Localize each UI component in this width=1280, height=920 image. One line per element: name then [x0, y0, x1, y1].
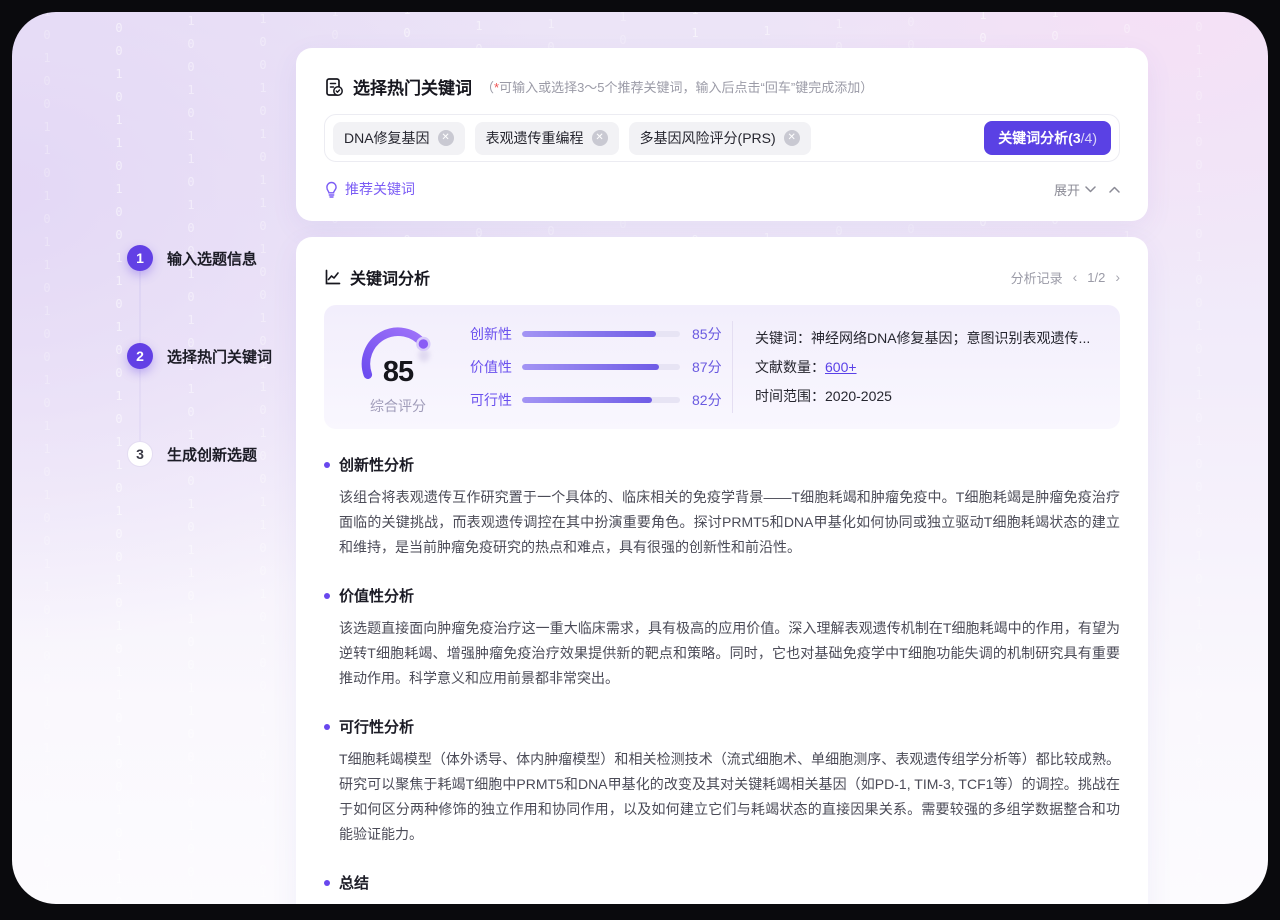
step-1-label: 输入选题信息	[167, 248, 257, 269]
section-body: T细胞耗竭模型（体外诱导、体内肿瘤模型）和相关检测技术（流式细胞术、单细胞测序、…	[339, 747, 1120, 847]
feasibility-score: 82分	[692, 390, 722, 410]
doc-count-link[interactable]: 600+	[825, 359, 857, 375]
meta-keywords: 关键词：神经网络DNA修复基因；意图识别表观遗传...	[755, 328, 1120, 348]
meta-time-range: 时间范围：2020-2025	[755, 386, 1120, 406]
bullet-dot	[324, 724, 330, 730]
collapse-panel-icon[interactable]	[1109, 186, 1120, 193]
section-title: 创新性分析	[339, 454, 414, 475]
step-3-label: 生成创新选题	[167, 444, 257, 465]
remove-tag-icon[interactable]: ✕	[784, 130, 800, 146]
lightbulb-icon	[324, 181, 339, 198]
section-title: 价值性分析	[339, 585, 414, 606]
step-item-3: 3 生成创新选题	[127, 441, 272, 467]
section-summary: 总结 该关键词组合代表了一个具有重要科学意义和潜在临床价值的研究方向，创新性较高…	[324, 872, 1120, 904]
step-item-2: 2 选择热门关键词	[127, 343, 272, 369]
pager-next-icon[interactable]: ›	[1115, 270, 1120, 284]
keyword-tag: DNA修复基因 ✕	[333, 122, 465, 155]
metric-row-feasibility: 可行性 82分	[470, 390, 722, 410]
step-2-badge: 2	[127, 343, 153, 369]
keyword-tag: 表观遗传重编程 ✕	[475, 122, 619, 155]
meta-doc-count: 文献数量：600+	[755, 357, 1120, 377]
keyword-input[interactable]: DNA修复基因 ✕ 表观遗传重编程 ✕ 多基因风险评分(PRS) ✕ 关键词分析…	[324, 114, 1120, 162]
innovation-score: 85分	[692, 324, 722, 344]
step-3-badge: 3	[127, 441, 153, 467]
document-check-icon	[324, 77, 344, 97]
app-window: 0101001101011010010110100110100101101001…	[12, 12, 1268, 904]
section-title: 可行性分析	[339, 716, 414, 737]
binary-column: 0101101001101001011010010101101001011010…	[1192, 12, 1206, 904]
section-body: 该选题直接面向肿瘤免疫治疗这一重大临床需求，具有极高的应用价值。深入理解表观遗传…	[339, 616, 1120, 691]
metric-bars: 创新性 85分 价值性 87分 可行性 82分	[470, 305, 722, 429]
innovation-bar	[522, 331, 680, 337]
keyword-analyze-button[interactable]: 关键词分析(3/4)	[984, 121, 1111, 155]
recommend-keywords-label: 推荐关键词	[345, 179, 415, 199]
line-chart-icon	[324, 268, 342, 286]
section-feasibility: 可行性分析 T细胞耗竭模型（体外诱导、体内肿瘤模型）和相关检测技术（流式细胞术、…	[324, 716, 1120, 847]
step-2-label: 选择热门关键词	[167, 346, 272, 367]
keyword-tag-label: DNA修复基因	[344, 128, 430, 148]
keyword-tag: 多基因风险评分(PRS) ✕	[629, 122, 811, 155]
value-bar	[522, 364, 680, 370]
section-value: 价值性分析 该选题直接面向肿瘤免疫治疗这一重大临床需求，具有极高的应用价值。深入…	[324, 585, 1120, 691]
remove-tag-icon[interactable]: ✕	[438, 130, 454, 146]
bullet-dot	[324, 880, 330, 886]
panel-title: 关键词分析	[350, 265, 430, 289]
overall-score-value: 85	[350, 356, 446, 389]
pager-prev-icon[interactable]: ‹	[1073, 270, 1078, 284]
binary-column: 1101001011010011010010110100101011010010…	[112, 12, 126, 904]
section-innovation: 创新性分析 该组合将表观遗传互作研究置于一个具体的、临床相关的免疫学背景——T细…	[324, 454, 1120, 560]
step-item-1: 1 输入选题信息	[127, 245, 272, 271]
score-summary-card: 85 综合评分 创新性 85分 价值性 87分	[324, 305, 1120, 429]
section-body: 该组合将表观遗传互作研究置于一个具体的、临床相关的免疫学背景——T细胞耗竭和肿瘤…	[339, 485, 1120, 560]
bullet-dot	[324, 593, 330, 599]
step-wizard: 1 输入选题信息 2 选择热门关键词 3 生成创新选题	[127, 245, 272, 539]
step-1-badge: 1	[127, 245, 153, 271]
panel-hint: （*可输入或选择3～5个推荐关键词，输入后点击“回车”键完成添加）	[481, 77, 873, 96]
pager-indicator: 1/2	[1087, 270, 1105, 285]
bullet-dot	[324, 462, 330, 468]
value-score: 87分	[692, 357, 722, 377]
history-label: 分析记录	[1011, 268, 1063, 287]
section-title: 总结	[339, 872, 369, 893]
metric-row-value: 价值性 87分	[470, 357, 722, 377]
feasibility-bar	[522, 397, 680, 403]
analysis-meta: 关键词：神经网络DNA修复基因；意图识别表观遗传... 文献数量：600+ 时间…	[733, 305, 1120, 429]
metric-row-innovation: 创新性 85分	[470, 324, 722, 344]
panel-title: 选择热门关键词	[353, 74, 472, 99]
overall-score-gauge: 85 综合评分	[346, 305, 450, 429]
overall-score-label: 综合评分	[370, 396, 426, 416]
remove-tag-icon[interactable]: ✕	[592, 130, 608, 146]
keyword-analysis-panel: 关键词分析 分析记录 ‹ 1/2 ›	[296, 237, 1148, 904]
keyword-tag-label: 表观遗传重编程	[486, 128, 584, 148]
chevron-down-icon	[1085, 186, 1096, 193]
keyword-selection-panel: 选择热门关键词 （*可输入或选择3～5个推荐关键词，输入后点击“回车”键完成添加…	[296, 48, 1148, 221]
recommend-keywords-link[interactable]: 推荐关键词	[324, 179, 415, 199]
keyword-tag-label: 多基因风险评分(PRS)	[640, 128, 776, 148]
binary-column: 0101001101011010010110100110100101101001…	[40, 12, 54, 904]
section-body: 该关键词组合代表了一个具有重要科学意义和潜在临床价值的研究方向，创新性较高，技术…	[339, 903, 1120, 904]
expand-toggle[interactable]: 展开	[1054, 180, 1096, 199]
